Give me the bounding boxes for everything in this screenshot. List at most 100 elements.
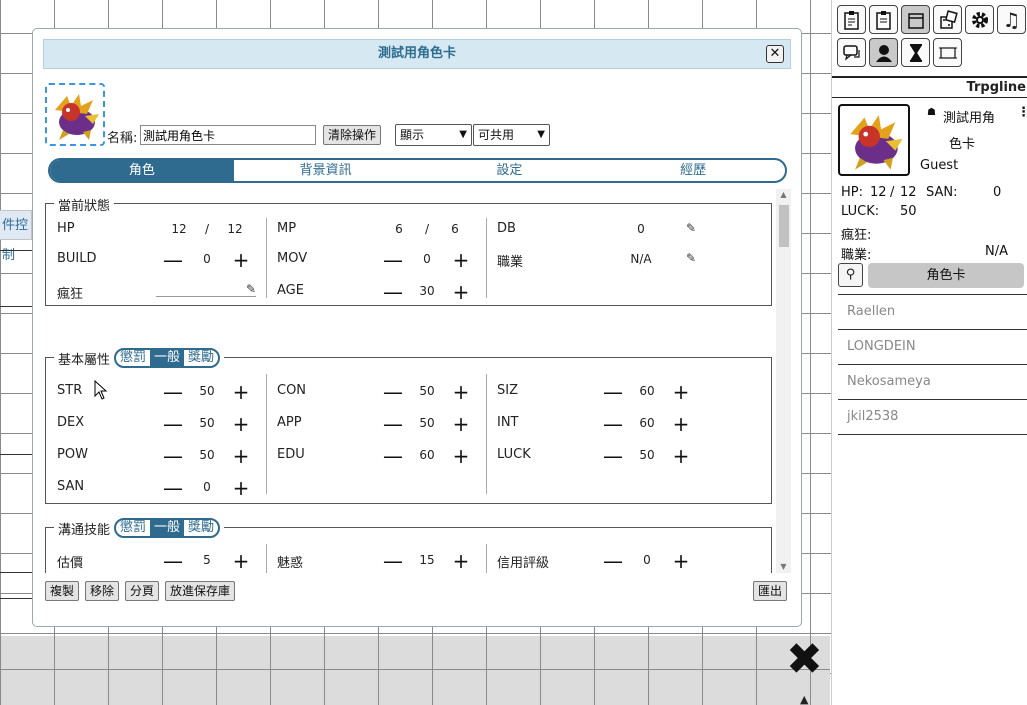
pencil-icon[interactable]: ✎ (246, 282, 256, 296)
tab-character[interactable]: 角色 (50, 160, 234, 181)
minus-button[interactable]: — (383, 250, 403, 270)
plus-button[interactable]: + (672, 551, 690, 571)
mode-bonus[interactable]: 獎勵 (184, 350, 218, 366)
copy-button[interactable]: 複製 (45, 581, 80, 601)
plus-button[interactable]: + (672, 414, 690, 434)
share-select[interactable]: 可共用 ▼ (473, 124, 550, 146)
plus-button[interactable]: + (452, 446, 470, 466)
player-item[interactable]: LONGDEIN (838, 330, 1027, 365)
plus-button[interactable]: + (232, 446, 250, 466)
scrollbar-thumb[interactable] (779, 205, 789, 247)
plus-button[interactable]: + (452, 250, 470, 270)
plus-button[interactable]: + (452, 414, 470, 434)
mode-bonus[interactable]: 獎勵 (184, 520, 218, 536)
mp-max[interactable]: 6 (440, 222, 470, 236)
minus-button[interactable]: — (383, 551, 403, 571)
content-scrollbar[interactable]: ▲ ▼ (776, 189, 791, 573)
mode-normal[interactable]: 一般 (150, 350, 185, 366)
person-list-icon[interactable]: ⚲ (838, 263, 863, 287)
gear-icon[interactable] (965, 5, 994, 34)
character-content[interactable]: 當前狀態 HP 12 / 12 MP 6 / 6 DB 0 ✎ BUILD — … (45, 189, 789, 573)
box-icon[interactable] (901, 5, 930, 34)
frame-icon[interactable] (933, 38, 962, 67)
clipboard-check-icon[interactable] (837, 5, 866, 34)
character-avatar[interactable] (45, 83, 105, 146)
madness-field[interactable] (156, 296, 256, 297)
player-item[interactable]: Raellen (838, 295, 1027, 330)
credit-rating-value: 0 (643, 553, 651, 567)
minus-button[interactable]: — (163, 478, 183, 498)
side-title: Trpgline (832, 76, 1027, 98)
clear-actions-button[interactable]: 清除操作 (323, 125, 382, 145)
character-icon[interactable] (869, 38, 898, 67)
plus-button[interactable]: + (232, 250, 250, 270)
plus-button[interactable]: + (232, 382, 250, 402)
dialog-title-bar[interactable]: 測試用角色卡 ✕ (43, 39, 791, 69)
player-item[interactable]: jkil2538 (838, 400, 1027, 435)
plus-button[interactable]: + (232, 478, 250, 498)
minus-button[interactable]: — (163, 551, 183, 571)
minus-button[interactable]: — (163, 382, 183, 402)
job-value: N/A (630, 252, 652, 266)
divider (486, 218, 487, 298)
left-control-tab[interactable]: 件控制 (0, 210, 32, 263)
mp-current[interactable]: 6 (384, 222, 414, 236)
close-icon[interactable]: ✖ (786, 638, 823, 682)
hp-separator: / (204, 222, 210, 236)
dialog-title: 測試用角色卡 (377, 46, 456, 61)
export-button[interactable]: 匯出 (753, 581, 788, 601)
divider (266, 374, 267, 494)
tab-settings[interactable]: 設定 (418, 160, 602, 181)
mode-normal[interactable]: 一般 (150, 520, 185, 536)
display-select-value: 顯示 (400, 128, 425, 142)
minus-button[interactable]: — (383, 446, 403, 466)
plus-button[interactable]: + (232, 414, 250, 434)
minus-button[interactable]: — (383, 382, 403, 402)
hourglass-icon[interactable] (901, 38, 930, 67)
side-owner: Guest (920, 158, 959, 173)
plus-button[interactable]: + (452, 382, 470, 402)
mode-penalty[interactable]: 懲罰 (116, 520, 150, 536)
minus-button[interactable]: — (163, 446, 183, 466)
music-icon[interactable]: ♫ (997, 5, 1026, 34)
side-san-value: 0 (993, 185, 1002, 200)
side-character-avatar[interactable] (838, 104, 910, 176)
minus-button[interactable]: — (383, 414, 403, 434)
clipboard-icon[interactable] (869, 5, 898, 34)
dice-icon[interactable] (933, 5, 962, 34)
minus-button[interactable]: — (163, 414, 183, 434)
hp-max[interactable]: 12 (220, 222, 250, 236)
plus-button[interactable]: + (452, 282, 470, 302)
roll-mode-toggle: 懲罰 一般 獎勵 (114, 518, 221, 538)
player-item[interactable]: Nekosameya (838, 365, 1027, 400)
remove-button[interactable]: 移除 (85, 581, 120, 601)
minus-button[interactable]: — (603, 414, 623, 434)
minus-button[interactable]: — (383, 282, 403, 302)
plus-button[interactable]: + (232, 551, 250, 571)
open-card-button[interactable]: 角色卡 (868, 263, 1024, 288)
mp-label: MP (277, 221, 297, 236)
minus-button[interactable]: — (603, 446, 623, 466)
scroll-down-icon[interactable]: ▼ (776, 561, 791, 573)
str-label: STR (57, 383, 83, 398)
minus-button[interactable]: — (603, 382, 623, 402)
close-icon[interactable]: ✕ (766, 45, 784, 63)
plus-button[interactable]: + (672, 446, 690, 466)
pencil-icon[interactable]: ✎ (686, 251, 696, 265)
pencil-icon[interactable]: ✎ (686, 221, 696, 235)
scroll-up-icon[interactable]: ▲ (776, 189, 791, 201)
minus-button[interactable]: — (603, 551, 623, 571)
display-select[interactable]: 顯示 ▼ (395, 124, 472, 146)
plus-button[interactable]: + (452, 551, 470, 571)
more-options-icon[interactable]: ⋮ (1017, 105, 1027, 120)
plus-button[interactable]: + (672, 382, 690, 402)
store-button[interactable]: 放進保存庫 (165, 581, 236, 601)
tab-background[interactable]: 背景資訊 (234, 160, 418, 181)
minus-button[interactable]: — (163, 250, 183, 270)
name-input[interactable] (140, 125, 316, 145)
new-page-button[interactable]: 分頁 (125, 581, 160, 601)
chat-icon[interactable] (837, 38, 866, 67)
tab-history[interactable]: 經歷 (601, 160, 785, 181)
hp-current[interactable]: 12 (164, 222, 194, 236)
mode-penalty[interactable]: 懲罰 (116, 350, 150, 366)
